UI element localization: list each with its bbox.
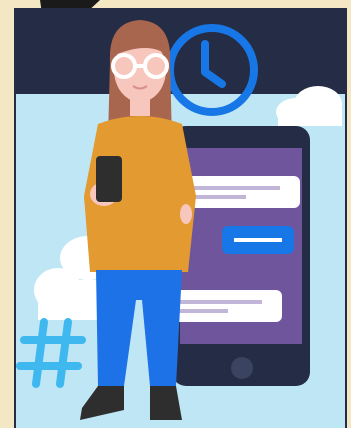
smartphone-icon: [172, 126, 310, 386]
left-stripe-edge: [14, 60, 16, 428]
handheld-phone: [96, 156, 122, 202]
message-bubble-outgoing: [222, 226, 294, 254]
message-bubble-incoming-2: [168, 290, 282, 322]
message-bubble-incoming-1: [186, 176, 300, 208]
illustration-canvas: [0, 0, 351, 428]
social-media-illustration: [0, 0, 351, 428]
left-stripe: [0, 60, 14, 428]
